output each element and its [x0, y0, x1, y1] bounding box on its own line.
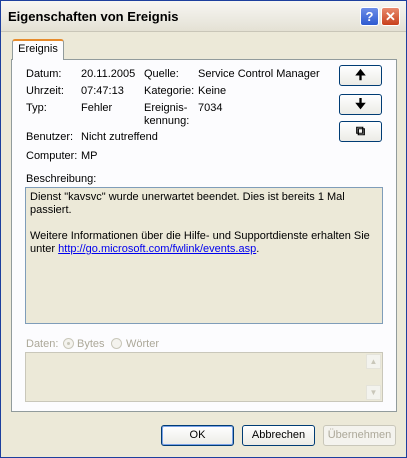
- typ-value: Fehler: [81, 102, 113, 114]
- help-button[interactable]: ?: [360, 7, 379, 26]
- data-textbox[interactable]: ▲ ▼: [25, 352, 383, 402]
- cancel-button[interactable]: Abbrechen: [242, 425, 315, 446]
- computer-value: MP: [81, 150, 98, 162]
- tab-ereignis[interactable]: Ereignis: [12, 39, 64, 60]
- daten-label: Daten:: [26, 338, 59, 350]
- arrow-up-icon: 🠉: [355, 67, 366, 82]
- scroll-down-icon[interactable]: ▼: [366, 385, 381, 400]
- scroll-up-icon[interactable]: ▲: [366, 354, 381, 369]
- copy-button[interactable]: ⧉: [339, 121, 382, 142]
- kennung-label-line1: Ereignis-: [144, 102, 188, 114]
- benutzer-label: Benutzer:: [26, 131, 74, 143]
- kennung-value: 7034: [198, 102, 223, 114]
- description-textbox[interactable]: Dienst "kavsvc" wurde unerwartet beendet…: [25, 187, 383, 324]
- title-bar[interactable]: Eigenschaften von Ereignis ? ✕: [1, 1, 406, 32]
- description-line-3: unter http://go.microsoft.com/fwlink/eve…: [30, 243, 260, 255]
- quelle-label: Quelle:: [144, 68, 179, 80]
- quelle-value: Service Control Manager: [198, 68, 320, 80]
- apply-button[interactable]: Übernehmen: [323, 425, 396, 446]
- copy-icon: ⧉: [355, 123, 366, 138]
- previous-event-button[interactable]: 🠉: [339, 65, 382, 86]
- kennung-label-line2: kennung:: [144, 115, 190, 127]
- datum-value: 20.11.2005: [81, 68, 136, 80]
- typ-label: Typ:: [26, 102, 47, 114]
- woerter-radio[interactable]: [111, 338, 122, 349]
- uhrzeit-value: 07:47:13: [81, 85, 124, 97]
- uhrzeit-label: Uhrzeit:: [26, 85, 64, 97]
- properties-dialog: Eigenschaften von Ereignis ? ✕ Ereignis …: [0, 0, 407, 458]
- woerter-label: Wörter: [126, 338, 159, 350]
- beschreibung-label: Beschreibung:: [26, 173, 97, 185]
- kategorie-label: Kategorie:: [144, 85, 195, 97]
- bytes-label: Bytes: [77, 338, 105, 350]
- close-button[interactable]: ✕: [381, 7, 400, 26]
- window-title: Eigenschaften von Ereignis: [8, 9, 179, 24]
- computer-label: Computer:: [26, 150, 78, 162]
- description-line-2: Weitere Informationen über die Hilfe- un…: [30, 230, 370, 242]
- bytes-radio[interactable]: [63, 338, 74, 349]
- arrow-down-icon: 🠋: [355, 96, 366, 111]
- datum-label: Datum:: [26, 68, 62, 80]
- description-line-1: Dienst "kavsvc" wurde unerwartet beendet…: [30, 191, 345, 216]
- ok-button[interactable]: OK: [161, 425, 234, 446]
- benutzer-value: Nicht zutreffend: [81, 131, 158, 143]
- help-link[interactable]: http://go.microsoft.com/fwlink/events.as…: [58, 243, 256, 255]
- kategorie-value: Keine: [198, 85, 227, 97]
- next-event-button[interactable]: 🠋: [339, 94, 382, 115]
